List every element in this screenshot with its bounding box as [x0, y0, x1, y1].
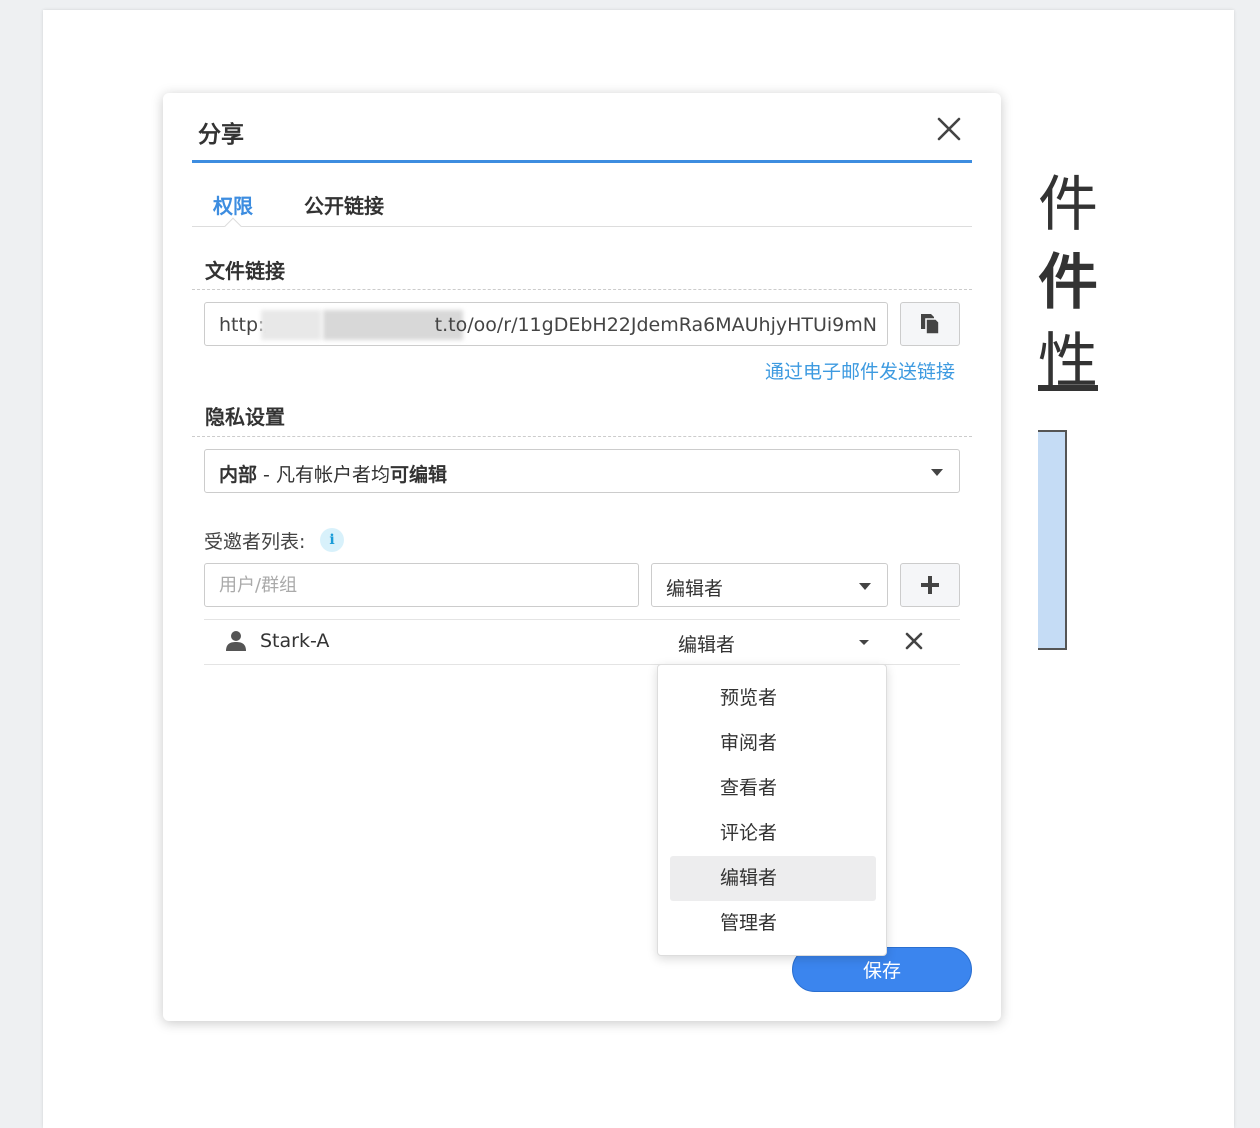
privacy-select[interactable]: 内部 - 凡有帐户者均可编辑 — [204, 449, 960, 493]
role-option-editor[interactable]: 编辑者 — [670, 856, 876, 901]
doc-text-line-underline: 性 — [1038, 327, 1098, 397]
role-select[interactable]: 编辑者 — [651, 563, 888, 607]
file-link-field[interactable]: http:/ t.to/oo/r/11gDEbH22JdemRa6MAUhjyH… — [204, 302, 888, 346]
role-option-viewer[interactable]: 查看者 — [670, 766, 876, 811]
invitee-name: Stark-A — [260, 630, 330, 652]
add-invitee-button[interactable] — [900, 563, 960, 607]
redacted-area — [261, 310, 321, 340]
role-option-reviewer[interactable]: 审阅者 — [670, 721, 876, 766]
title-divider — [192, 160, 972, 163]
tab-divider — [192, 226, 972, 227]
file-link-title: 文件链接 — [205, 259, 285, 283]
section-divider — [192, 436, 972, 437]
chevron-down-icon[interactable] — [859, 640, 869, 645]
section-divider — [192, 289, 972, 290]
active-tab-pointer — [224, 217, 242, 235]
role-option-commenter[interactable]: 评论者 — [670, 811, 876, 856]
doc-highlight-box — [1038, 430, 1067, 650]
close-icon — [937, 117, 961, 141]
remove-invitee-icon[interactable] — [903, 630, 925, 652]
role-option-manager[interactable]: 管理者 — [670, 901, 876, 946]
tab-public-link[interactable]: 公开链接 — [304, 190, 384, 219]
tab-permissions[interactable]: 权限 — [213, 190, 253, 219]
chevron-down-icon — [859, 583, 871, 590]
row-divider — [204, 619, 960, 620]
send-email-link[interactable]: 通过电子邮件发送链接 — [765, 357, 955, 384]
role-dropdown-menu: 预览者 审阅者 查看者 评论者 编辑者 管理者 — [657, 664, 887, 956]
user-group-input[interactable] — [204, 563, 639, 607]
invitee-role-select[interactable]: 编辑者 — [678, 630, 735, 657]
close-button[interactable] — [931, 111, 967, 147]
copy-icon — [921, 314, 940, 335]
doc-text-line-bold: 件 — [1038, 248, 1098, 318]
invitee-role-value: 编辑者 — [678, 634, 736, 656]
chevron-down-icon — [931, 469, 943, 476]
plus-icon — [921, 576, 939, 594]
privacy-desc: - 凡有帐户者均 — [257, 464, 390, 486]
privacy-selected-value: 内部 - 凡有帐户者均可编辑 — [219, 460, 447, 487]
copy-link-button[interactable] — [900, 302, 960, 346]
role-option-previewer[interactable]: 预览者 — [670, 676, 876, 721]
link-url-suffix: t.to/oo/r/11gDEbH22JdemRa6MAUhjyHTUi9mN — [434, 314, 877, 336]
role-selected-value: 编辑者 — [666, 578, 724, 600]
doc-text-line: 件 — [1038, 170, 1098, 240]
privacy-scope: 内部 — [219, 464, 258, 486]
dialog-title: 分享 — [198, 122, 244, 148]
user-icon — [226, 631, 246, 651]
privacy-permission: 可编辑 — [389, 464, 447, 486]
share-dialog: 分享 权限 公开链接 文件链接 http:/ t.to/oo/r/11gDEbH… — [163, 93, 1001, 1021]
info-icon[interactable]: i — [320, 528, 344, 552]
invitee-list-label: 受邀者列表: — [204, 531, 306, 553]
privacy-title: 隐私设置 — [205, 405, 285, 429]
